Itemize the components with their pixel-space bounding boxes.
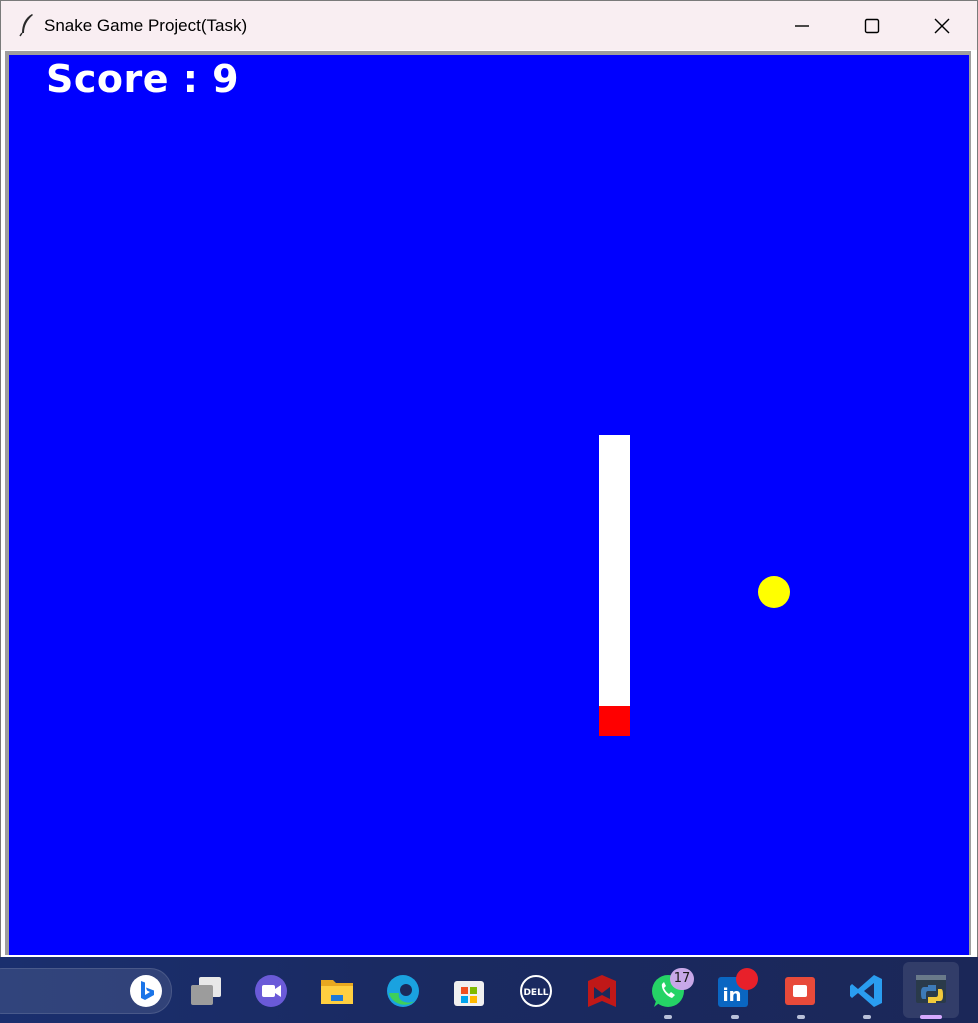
- python-icon[interactable]: [914, 973, 950, 1009]
- score-label: Score : 9: [46, 57, 240, 101]
- edge-icon[interactable]: [385, 973, 421, 1009]
- maximize-icon: [864, 18, 880, 34]
- store-icon[interactable]: [451, 973, 487, 1009]
- notification-dot: [736, 968, 758, 990]
- active-indicator: [920, 1015, 942, 1019]
- running-indicator: [863, 1015, 871, 1019]
- file-explorer-icon[interactable]: [319, 973, 355, 1009]
- vscode-icon[interactable]: [848, 973, 884, 1009]
- task-view-icon[interactable]: [188, 973, 224, 1009]
- svg-text:in: in: [723, 985, 742, 1006]
- title-bar[interactable]: Snake Game Project(Task): [1, 1, 977, 50]
- window-title: Snake Game Project(Task): [44, 16, 248, 35]
- taskbar: DELL in: [0, 957, 978, 1023]
- feather-icon: [19, 14, 33, 37]
- running-indicator: [664, 1015, 672, 1019]
- minimize-icon: [795, 25, 809, 27]
- snake-body: [599, 435, 630, 706]
- mcafee-icon[interactable]: [584, 973, 620, 1009]
- close-button[interactable]: [909, 1, 975, 50]
- screen-recorder-icon[interactable]: [782, 973, 818, 1009]
- game-canvas[interactable]: [9, 55, 969, 955]
- notification-badge: 17: [670, 968, 694, 990]
- maximize-button[interactable]: [839, 1, 905, 50]
- running-indicator: [797, 1015, 805, 1019]
- svg-text:DELL: DELL: [523, 988, 548, 998]
- minimize-button[interactable]: [769, 1, 835, 50]
- bing-icon[interactable]: [128, 973, 164, 1009]
- snake-head: [599, 706, 630, 736]
- close-icon: [934, 18, 950, 34]
- food-pellet: [758, 576, 790, 608]
- dell-icon[interactable]: DELL: [518, 973, 554, 1009]
- running-indicator: [731, 1015, 739, 1019]
- meet-icon[interactable]: [253, 973, 289, 1009]
